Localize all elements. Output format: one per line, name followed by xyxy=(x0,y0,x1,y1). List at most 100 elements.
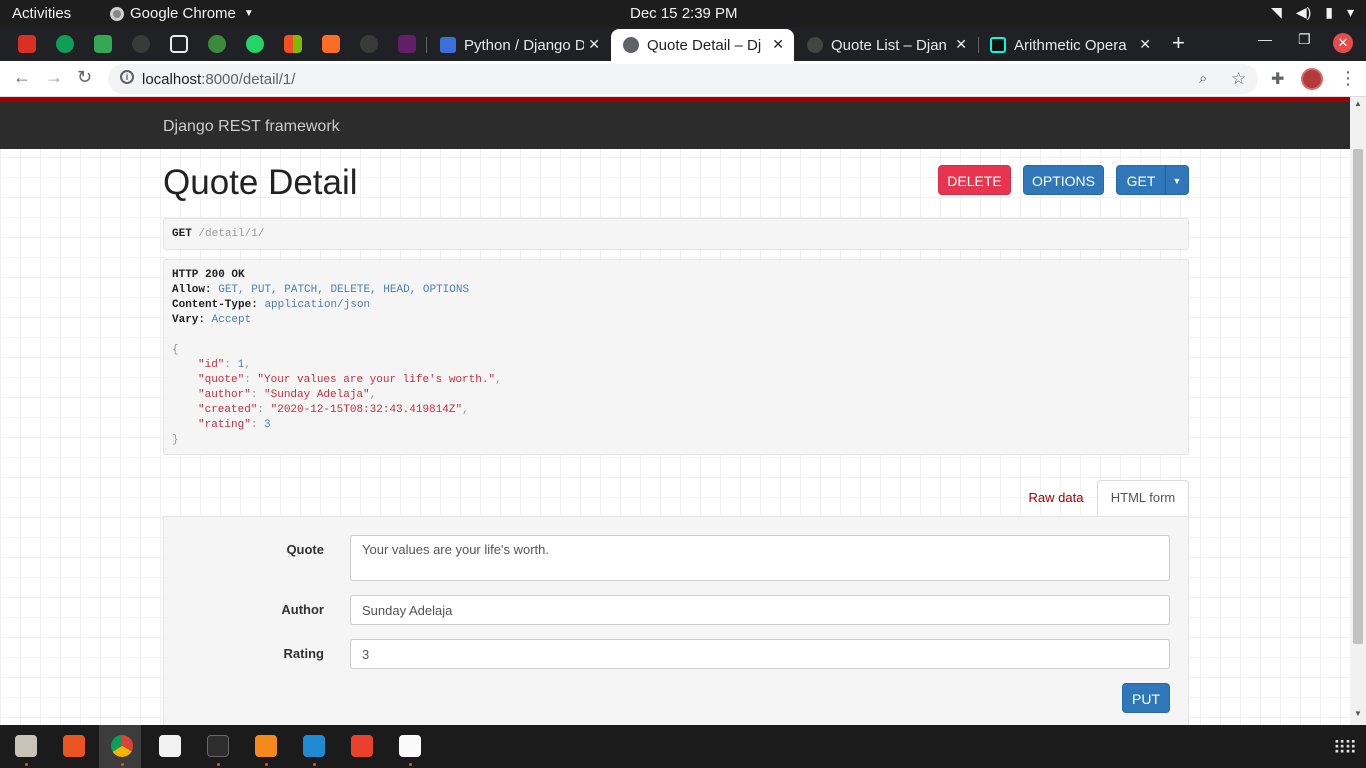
address-bar[interactable]: i localhost:8000/detail/1/ ⌕ ☆ xyxy=(108,64,1258,94)
tab-quote-detail[interactable]: Quote Detail – Dj ✕ xyxy=(611,29,794,61)
tab-title: Arithmetic Opera xyxy=(1014,36,1127,54)
globe-icon xyxy=(807,37,823,53)
zoom-icon[interactable]: ⌕ xyxy=(1199,70,1207,87)
quote-label: Quote xyxy=(286,542,324,557)
terminal-icon xyxy=(207,735,229,757)
close-tab-icon[interactable]: ✕ xyxy=(588,36,600,53)
app-store-icon xyxy=(63,735,85,757)
microsoft-icon[interactable] xyxy=(284,35,302,53)
system-tray[interactable]: ◥ ◀) ▮ ▾ xyxy=(1271,4,1354,21)
put-form: Quote Your values are your life's worth.… xyxy=(163,516,1189,725)
page-viewport: Django REST framework Quote Detail DELET… xyxy=(0,97,1350,725)
scrollbar-thumb[interactable] xyxy=(1353,149,1363,644)
clock[interactable]: Dec 15 2:39 PM xyxy=(630,5,738,22)
minimize-icon[interactable]: — xyxy=(1258,31,1272,47)
drf-brand-link[interactable]: Django REST framework xyxy=(163,118,340,136)
json-value: "2020-12-15T08:32:43.419814Z" xyxy=(270,404,463,416)
tab-raw-data[interactable]: Raw data xyxy=(1016,481,1096,517)
battery-icon: ▮ xyxy=(1325,4,1333,20)
slack-icon[interactable] xyxy=(398,35,416,53)
app-menu[interactable]: Google Chrome ▼ xyxy=(110,5,254,22)
github-icon[interactable] xyxy=(360,35,378,53)
github-icon[interactable] xyxy=(132,35,150,53)
activities-button[interactable]: Activities xyxy=(12,5,71,22)
close-tab-icon[interactable]: ✕ xyxy=(1139,36,1151,53)
get-format-dropdown-icon[interactable]: ▼ xyxy=(1165,165,1189,195)
url-text[interactable]: localhost:8000/detail/1/ xyxy=(142,71,295,88)
volume-icon: ◀) xyxy=(1295,4,1312,20)
gmail-icon[interactable] xyxy=(18,35,36,53)
show-applications-icon[interactable]: ⠿⠿ xyxy=(1333,738,1357,759)
json-line-id: "id": 1, xyxy=(198,359,251,371)
header-key: Allow xyxy=(172,284,206,296)
tab-python-django[interactable]: Python / Django D ✕ xyxy=(428,29,610,61)
restore-icon[interactable]: ❐ xyxy=(1298,31,1311,48)
header-key: Vary xyxy=(172,314,199,326)
json-value: "Your values are your life's worth." xyxy=(257,374,496,386)
forward-icon[interactable]: → xyxy=(45,67,63,88)
dock-git-client[interactable] xyxy=(339,725,381,768)
drf-navbar: Django REST framework xyxy=(0,102,1350,149)
put-button[interactable]: PUT xyxy=(1122,683,1170,713)
gitlab-icon[interactable] xyxy=(322,35,340,53)
quote-textarea[interactable]: Your values are your life's worth. xyxy=(350,535,1170,581)
json-value: 3 xyxy=(264,419,271,431)
author-input[interactable]: Sunday Adelaja xyxy=(350,595,1170,625)
delete-button[interactable]: DELETE xyxy=(938,165,1011,195)
tab-quote-list[interactable]: Quote List – Djan ✕ xyxy=(795,29,977,61)
close-tab-icon[interactable]: ✕ xyxy=(955,36,967,53)
running-indicator xyxy=(265,763,268,766)
running-indicator xyxy=(25,763,28,766)
close-tab-icon[interactable]: ✕ xyxy=(772,36,784,53)
tab-separator xyxy=(426,37,427,53)
url-host: localhost xyxy=(142,71,202,88)
request-path: /detail/1/ xyxy=(198,228,265,240)
header-key: Content-Type xyxy=(172,299,252,311)
dock-document-viewer[interactable] xyxy=(387,725,429,768)
hangouts-icon[interactable] xyxy=(56,35,74,53)
scroll-down-icon[interactable]: ▼ xyxy=(1354,709,1362,718)
extensions-puzzle-icon[interactable]: ✚ xyxy=(1271,69,1284,89)
site-info-icon[interactable]: i xyxy=(120,70,134,84)
profile-avatar[interactable] xyxy=(1301,68,1323,90)
tab-html-form[interactable]: HTML form xyxy=(1097,480,1189,517)
system-top-bar: Activities Google Chrome ▼ Dec 15 2:39 P… xyxy=(0,0,1366,27)
dock-vscode[interactable] xyxy=(291,725,333,768)
tab-arithmetic[interactable]: Arithmetic Opera ✕ xyxy=(978,29,1161,61)
tab-title: Python / Django D xyxy=(464,36,584,54)
menu-kebab-icon[interactable]: ⋮ xyxy=(1339,68,1357,89)
json-open-brace: { xyxy=(172,344,179,356)
whatsapp-icon[interactable] xyxy=(246,35,264,53)
text-editor-icon xyxy=(159,735,181,757)
scroll-up-icon[interactable]: ▲ xyxy=(1354,99,1362,108)
options-button[interactable]: OPTIONS xyxy=(1023,165,1104,195)
json-line-rating: "rating": 3 xyxy=(198,419,271,431)
browser-toolbar: ← → ↻ i localhost:8000/detail/1/ ⌕ ☆ xyxy=(0,61,1366,97)
chrome-icon xyxy=(111,735,133,757)
dock-app-store[interactable] xyxy=(51,725,93,768)
dock-chrome[interactable] xyxy=(99,725,141,768)
rating-input[interactable]: 3 xyxy=(350,639,1170,669)
vscode-icon xyxy=(303,735,325,757)
json-value: "Sunday Adelaja" xyxy=(264,389,370,401)
bookmark-star-icon[interactable]: ☆ xyxy=(1231,69,1246,89)
back-icon[interactable]: ← xyxy=(13,67,31,88)
reload-icon[interactable]: ↻ xyxy=(77,67,92,88)
dock-files[interactable] xyxy=(3,725,45,768)
dock xyxy=(0,725,1366,768)
json-close-brace: } xyxy=(172,434,179,446)
peace-icon[interactable] xyxy=(170,35,188,53)
dock-sublime[interactable] xyxy=(243,725,285,768)
running-indicator xyxy=(121,763,124,766)
new-tab-button[interactable]: + xyxy=(1172,30,1185,56)
dock-text-editor[interactable] xyxy=(147,725,189,768)
get-button[interactable]: GET xyxy=(1116,165,1166,195)
wifi-icon: ◥ xyxy=(1271,4,1282,20)
json-line-quote: "quote": "Your values are your life's wo… xyxy=(198,374,502,386)
dock-terminal[interactable] xyxy=(195,725,237,768)
close-window-icon[interactable]: ✕ xyxy=(1333,33,1353,53)
settings-gear-icon[interactable] xyxy=(208,35,226,53)
google-meet-icon[interactable] xyxy=(94,35,112,53)
page-scrollbar[interactable]: ▲ ▼ xyxy=(1350,97,1366,725)
tab-strip: Python / Django D ✕ Quote Detail – Dj ✕ … xyxy=(0,27,1366,61)
